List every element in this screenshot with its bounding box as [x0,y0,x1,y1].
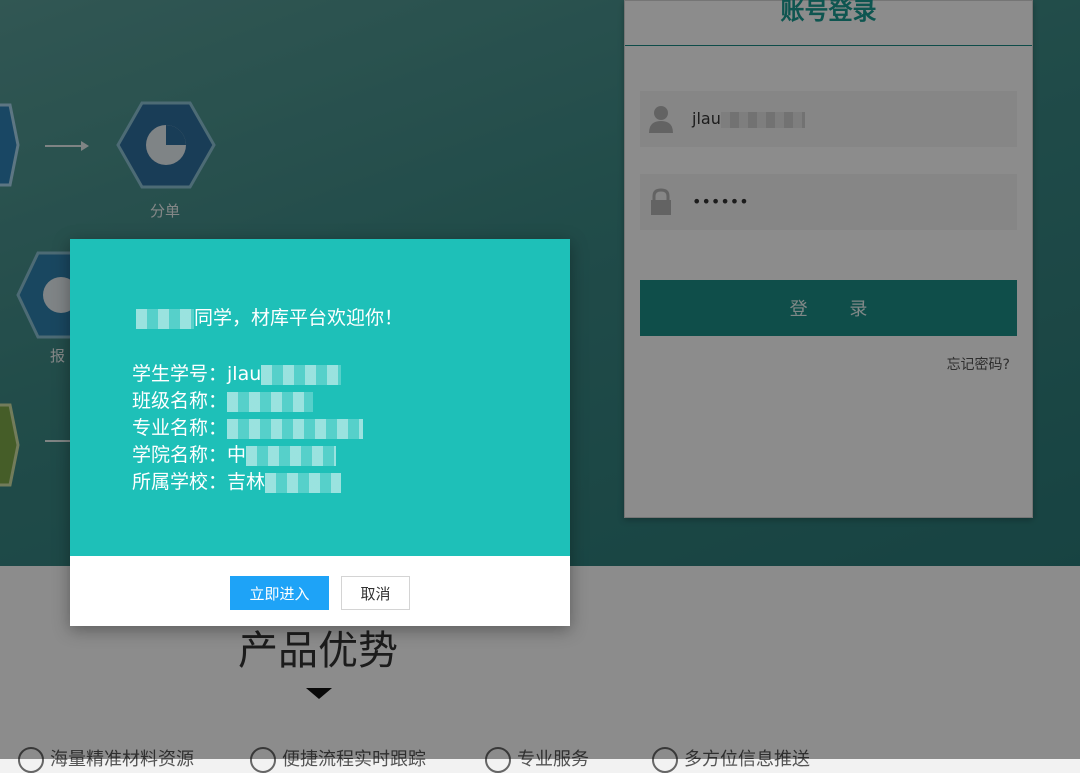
enter-now-button[interactable]: 立即进入 [230,576,329,610]
welcome-message: 同学，材库平台欢迎你！ [136,303,403,330]
welcome-dialog: 同学，材库平台欢迎你！ 学生学号：jlau 班级名称： 专业名称： 学院名称：中… [70,239,570,626]
info-row-class: 班级名称： [132,386,314,413]
info-row-major: 专业名称： [132,413,364,440]
info-row-school: 所属学校：吉林 [132,467,342,494]
redacted-block [227,418,364,439]
redacted-block [261,364,342,385]
info-row-college: 学院名称：中 [132,440,337,467]
redacted-block [246,445,337,466]
redacted-block [227,391,314,412]
dialog-body: 同学，材库平台欢迎你！ 学生学号：jlau 班级名称： 专业名称： 学院名称：中… [70,239,570,556]
redacted-block [265,472,342,493]
cancel-button[interactable]: 取消 [341,576,410,610]
redacted-block [136,308,194,329]
info-row-student-id: 学生学号：jlau [132,359,342,386]
